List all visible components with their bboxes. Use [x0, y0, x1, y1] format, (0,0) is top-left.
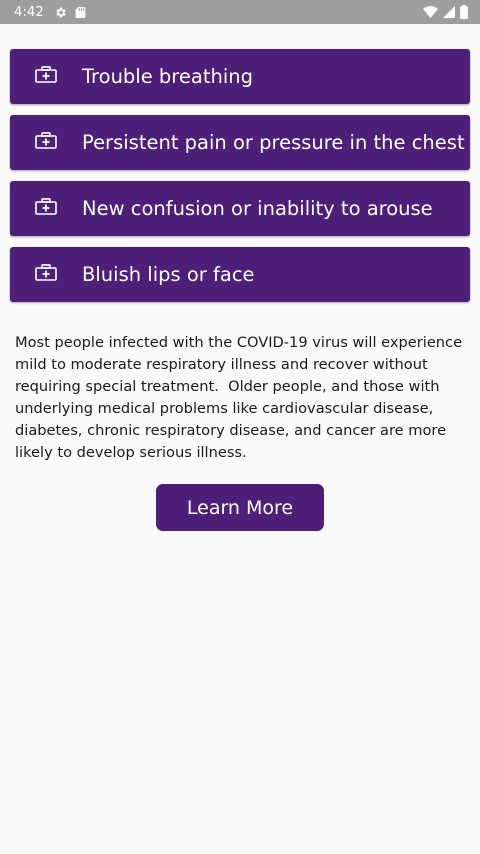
- battery-icon: [460, 5, 468, 19]
- medical-kit-icon: [10, 47, 82, 102]
- symptom-label: Trouble breathing: [82, 65, 253, 88]
- info-text: Most people infected with the COVID-19 v…: [15, 334, 467, 461]
- symptom-item-chest-pain[interactable]: Persistent pain or pressure in the chest: [10, 115, 470, 170]
- status-left-icons: [54, 6, 86, 19]
- medical-kit-icon: [10, 113, 82, 168]
- medical-kit-icon: [10, 245, 82, 300]
- settings-gear-icon: [54, 6, 67, 19]
- symptom-item-trouble-breathing[interactable]: Trouble breathing: [10, 49, 470, 104]
- sd-card-icon: [75, 6, 86, 19]
- symptom-item-bluish-lips[interactable]: Bluish lips or face: [10, 247, 470, 302]
- signal-icon: [443, 6, 455, 18]
- symptom-label: Bluish lips or face: [82, 263, 255, 286]
- symptom-list: Trouble breathing Persistent pain or pre…: [10, 49, 470, 313]
- status-time: 4:42: [14, 4, 44, 20]
- wifi-icon: [423, 6, 438, 18]
- learn-more-button[interactable]: Learn More: [156, 484, 324, 531]
- symptom-item-confusion[interactable]: New confusion or inability to arouse: [10, 181, 470, 236]
- status-right-icons: [423, 5, 468, 19]
- symptom-label: New confusion or inability to arouse: [82, 197, 433, 220]
- symptom-label: Persistent pain or pressure in the chest: [82, 131, 465, 154]
- medical-kit-icon: [10, 179, 82, 234]
- status-bar: 4:42: [0, 0, 480, 24]
